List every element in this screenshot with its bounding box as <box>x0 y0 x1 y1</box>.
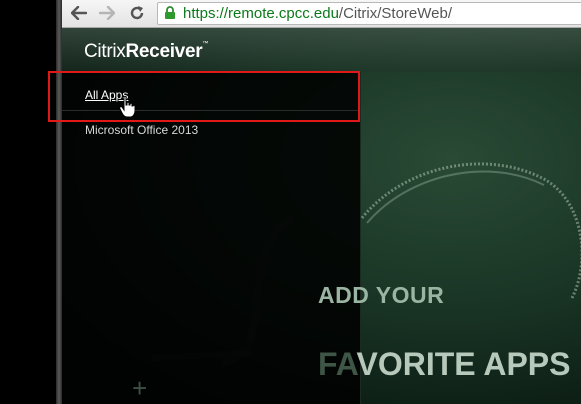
lock-icon <box>165 6 175 19</box>
promo-line-1: ADD YOUR <box>318 282 445 308</box>
reload-button[interactable] <box>126 3 148 23</box>
app-header: CitrixReceiver™ <box>62 28 581 72</box>
url-text: https://remote.cpcc.edu/Citrix/StoreWeb/ <box>183 3 452 24</box>
reload-icon <box>130 6 144 20</box>
promo-line-2-rest: VORITE APPS <box>356 346 571 382</box>
promo-line-2-dim: FA <box>318 346 357 382</box>
add-plus-icon[interactable]: + <box>132 373 147 404</box>
brand-bold: Receiver <box>125 41 203 62</box>
promo-line-2: FAVORITE APPS <box>318 346 581 383</box>
arrow-right-icon <box>99 6 115 20</box>
sidebar-item-microsoft-office-2013[interactable]: Microsoft Office 2013 <box>85 123 198 137</box>
arrow-left-icon <box>71 6 87 20</box>
red-highlight-box <box>48 71 360 122</box>
back-button[interactable] <box>68 3 90 23</box>
browser-toolbar: https://remote.cpcc.edu/Citrix/StoreWeb/ <box>62 0 581 28</box>
hand-cursor-icon <box>119 96 135 118</box>
address-bar[interactable]: https://remote.cpcc.edu/Citrix/StoreWeb/ <box>157 2 581 25</box>
left-dark-strip <box>0 0 56 404</box>
forward-button[interactable] <box>96 3 118 23</box>
brand-light: Citrix <box>84 41 126 62</box>
citrix-receiver-logo: CitrixReceiver™ <box>84 41 208 63</box>
brand-trademark: ™ <box>202 41 209 47</box>
url-host: https://remote.cpcc.edu <box>183 5 339 22</box>
url-path: /Citrix/StoreWeb/ <box>338 5 453 22</box>
